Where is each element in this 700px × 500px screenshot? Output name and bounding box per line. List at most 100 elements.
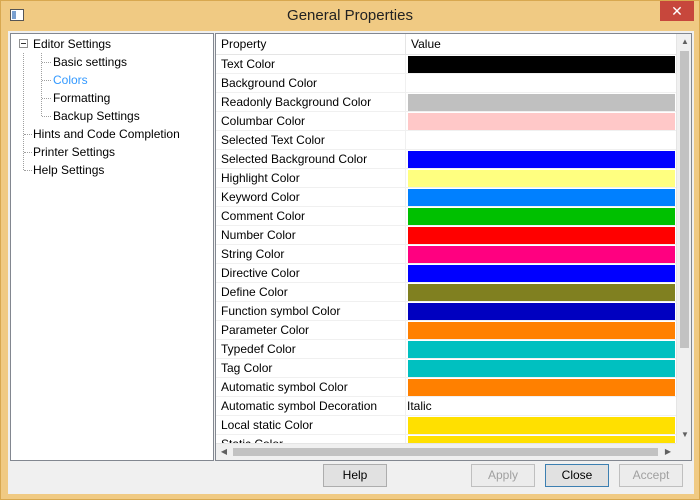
color-swatch[interactable] [408, 113, 675, 130]
tree-item-backup-settings[interactable]: Backup Settings [53, 107, 140, 125]
color-swatch[interactable] [408, 265, 675, 282]
color-swatch[interactable] [408, 56, 675, 73]
property-name: Static Color [216, 435, 406, 443]
tree-item-formatting[interactable]: Formatting [53, 89, 110, 107]
grid-body: Text Color Background Color Readonly Backg… [216, 55, 676, 443]
property-row[interactable]: Comment Color [216, 207, 676, 226]
scroll-down-arrow-icon[interactable]: ▼ [677, 427, 691, 443]
property-name: Text Color [216, 55, 406, 74]
property-name: Comment Color [216, 207, 406, 226]
tree-item-label: Hints and Code Completion [33, 127, 180, 141]
tree-item-label: Formatting [53, 91, 111, 105]
tree-item-basic-settings[interactable]: Basic settings [53, 53, 127, 71]
property-name: Function symbol Color [216, 302, 406, 321]
property-name: Readonly Background Color [216, 93, 406, 112]
property-name: Selected Text Color [216, 131, 406, 150]
property-row[interactable]: Highlight Color [216, 169, 676, 188]
apply-button[interactable]: Apply [471, 464, 535, 487]
color-swatch[interactable] [408, 170, 675, 187]
horizontal-scrollbar[interactable]: ◀ ▶ [216, 443, 676, 460]
tree-item-label: Printer Settings [33, 145, 116, 159]
tree-item-colors[interactable]: Colors [53, 71, 88, 89]
color-swatch[interactable] [408, 189, 675, 206]
grid-header: Property Value [216, 34, 676, 55]
close-button[interactable]: Close [545, 464, 609, 487]
tree-item-printer-settings[interactable]: Printer Settings [33, 143, 115, 161]
property-row[interactable]: Function symbol Color [216, 302, 676, 321]
dialog-client-area: Editor Settings Basic settings Colors Forma… [8, 31, 694, 494]
tree-item-label: Backup Settings [53, 109, 140, 123]
color-swatch[interactable] [408, 360, 675, 377]
property-row[interactable]: Columbar Color [216, 112, 676, 131]
color-swatch[interactable] [408, 303, 675, 320]
property-name: Automatic symbol Color [216, 378, 406, 397]
general-properties-window: General Properties ✕ Editor Settings Basi… [0, 0, 700, 500]
tree-connector-line [24, 152, 32, 153]
scroll-right-arrow-icon[interactable]: ▶ [660, 444, 676, 460]
tree-item-hints-and-code-completion[interactable]: Hints and Code Completion [33, 125, 180, 143]
color-swatch[interactable] [408, 227, 675, 244]
property-value-text[interactable]: Italic [407, 398, 674, 415]
property-row[interactable]: Tag Color [216, 359, 676, 378]
property-row[interactable]: Number Color [216, 226, 676, 245]
vertical-scroll-thumb[interactable] [680, 51, 689, 348]
property-row[interactable]: Define Color [216, 283, 676, 302]
property-row[interactable]: Directive Color [216, 264, 676, 283]
window-title: General Properties [287, 7, 413, 24]
tree-connector-line [42, 116, 51, 117]
property-name: Number Color [216, 226, 406, 245]
color-swatch[interactable] [408, 151, 675, 168]
tree-connector-line [24, 134, 32, 135]
property-row[interactable]: Parameter Color [216, 321, 676, 340]
property-row[interactable]: Automatic symbol Color [216, 378, 676, 397]
vertical-scrollbar[interactable]: ▲ ▼ [676, 34, 691, 443]
tree-item-label: Editor Settings [33, 37, 112, 51]
color-swatch[interactable] [408, 132, 675, 149]
color-swatch[interactable] [408, 246, 675, 263]
color-swatch[interactable] [408, 436, 675, 443]
property-name: Keyword Color [216, 188, 406, 207]
property-row[interactable]: Background Color [216, 74, 676, 93]
tree-item-editor-settings[interactable]: Editor Settings [33, 35, 111, 53]
color-swatch[interactable] [408, 379, 675, 396]
property-row[interactable]: Text Color [216, 55, 676, 74]
tree-connector-line [42, 62, 51, 63]
color-swatch[interactable] [408, 341, 675, 358]
property-row[interactable]: Local static Color [216, 416, 676, 435]
property-row[interactable]: Readonly Background Color [216, 93, 676, 112]
property-row[interactable]: String Color [216, 245, 676, 264]
property-name: Define Color [216, 283, 406, 302]
settings-tree[interactable]: Editor Settings Basic settings Colors Forma… [10, 33, 214, 461]
property-grid[interactable]: Property Value Text Color Background Colo… [215, 33, 692, 461]
property-name: String Color [216, 245, 406, 264]
tree-collapse-icon[interactable] [19, 39, 28, 48]
color-swatch[interactable] [408, 417, 675, 434]
scroll-left-arrow-icon[interactable]: ◀ [216, 444, 232, 460]
tree-item-help-settings[interactable]: Help Settings [33, 161, 104, 179]
property-name: Selected Background Color [216, 150, 406, 169]
property-row[interactable]: Static Color [216, 435, 676, 443]
property-name: Local static Color [216, 416, 406, 435]
color-swatch[interactable] [408, 284, 675, 301]
property-row[interactable]: Selected Background Color [216, 150, 676, 169]
title-bar[interactable]: General Properties ✕ [1, 1, 699, 31]
color-swatch[interactable] [408, 75, 675, 92]
property-name: Automatic symbol Decoration [216, 397, 406, 416]
color-swatch[interactable] [408, 208, 675, 225]
property-name: Highlight Color [216, 169, 406, 188]
property-row[interactable]: Typedef Color [216, 340, 676, 359]
tree-connector-line [42, 98, 51, 99]
help-button[interactable]: Help [323, 464, 387, 487]
column-header-property[interactable]: Property [216, 34, 406, 55]
property-row[interactable]: Selected Text Color [216, 131, 676, 150]
property-row[interactable]: Automatic symbol Decoration Italic [216, 397, 676, 416]
horizontal-scroll-thumb[interactable] [233, 448, 658, 456]
close-window-button[interactable]: ✕ [660, 1, 694, 21]
property-row[interactable]: Keyword Color [216, 188, 676, 207]
accept-button[interactable]: Accept [619, 464, 683, 487]
color-swatch[interactable] [408, 94, 675, 111]
column-header-value[interactable]: Value [406, 34, 676, 55]
color-swatch[interactable] [408, 322, 675, 339]
property-name: Parameter Color [216, 321, 406, 340]
scroll-up-arrow-icon[interactable]: ▲ [677, 34, 691, 50]
